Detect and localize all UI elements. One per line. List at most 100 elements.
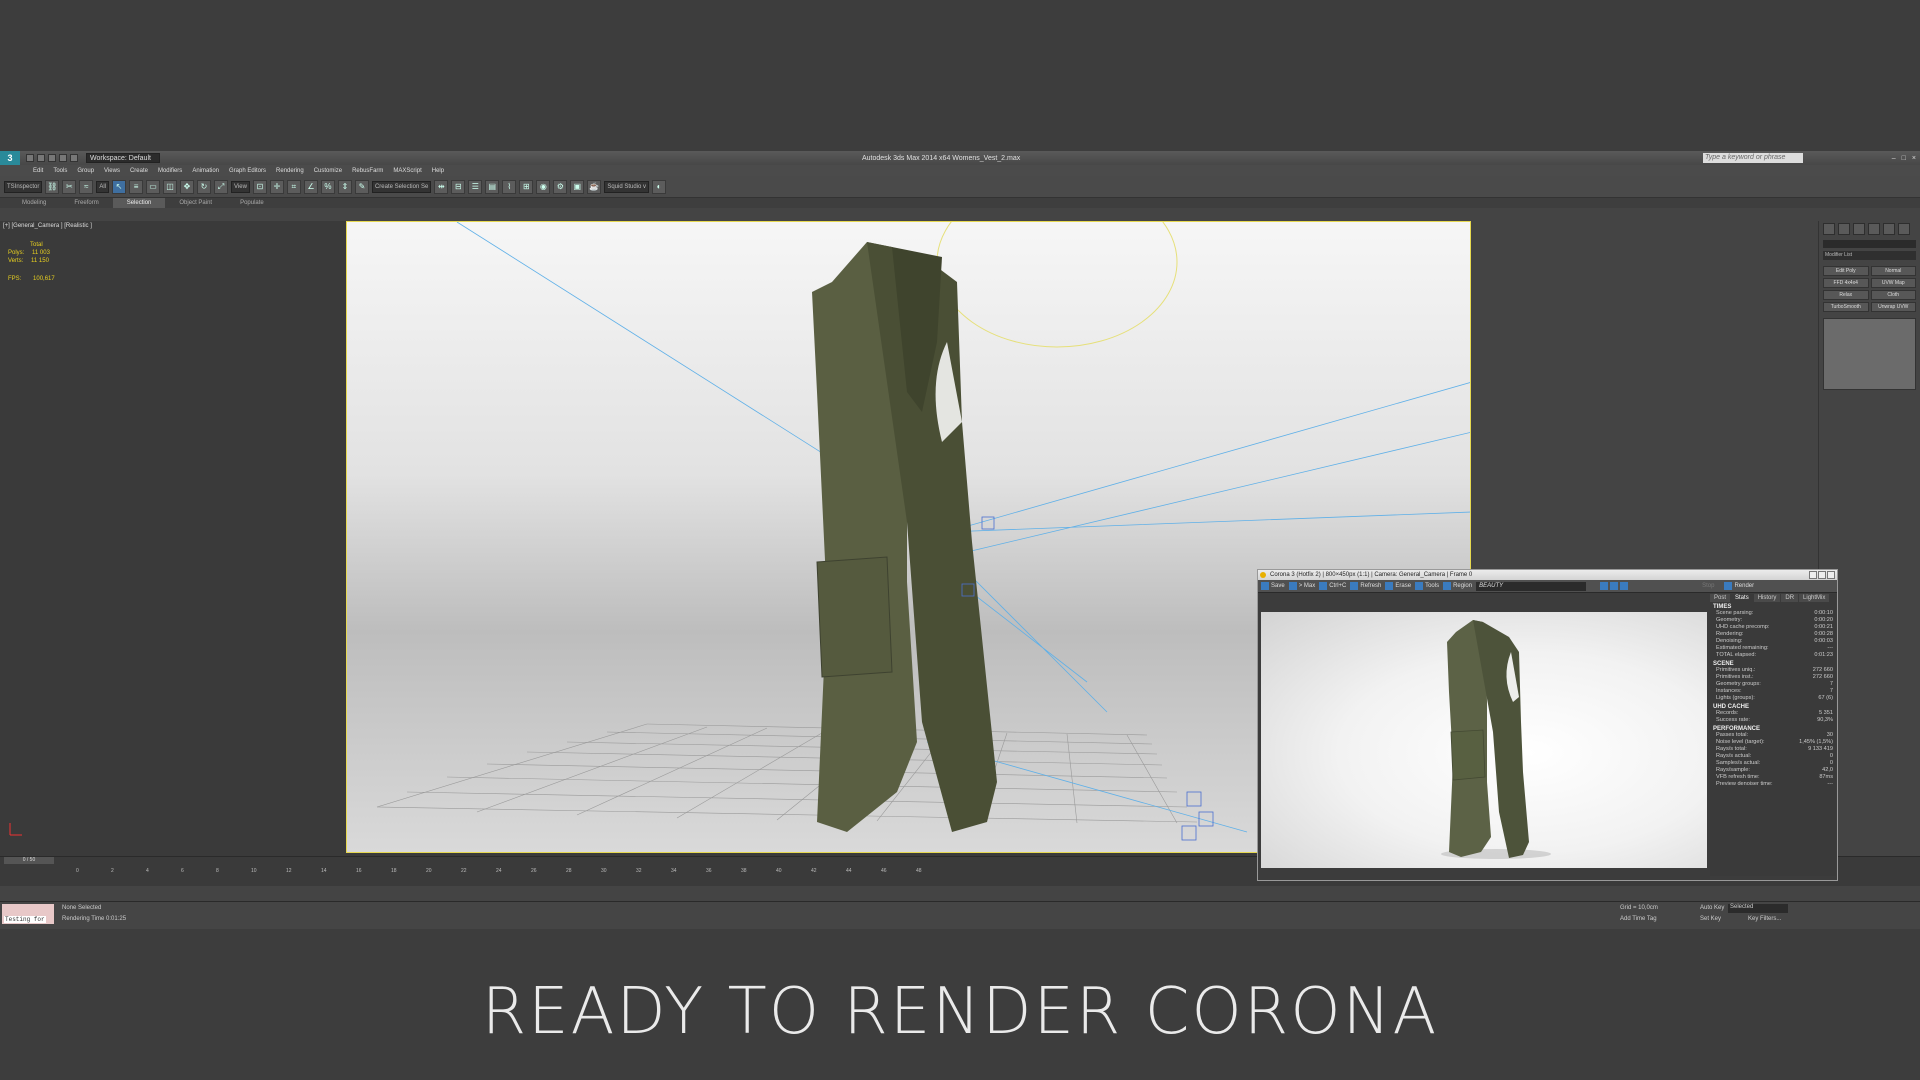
reference-coord-dropdown[interactable]: View	[231, 180, 250, 193]
named-selection-dropdown[interactable]: Create Selection Se	[371, 180, 432, 193]
link-icon[interactable]: ⛓	[45, 179, 60, 194]
modifier-stack[interactable]	[1823, 318, 1916, 390]
rendered-image[interactable]	[1261, 612, 1707, 868]
mirror-icon[interactable]: ⇹	[434, 179, 449, 194]
squid-studio-dropdown[interactable]: Squid Studio v	[604, 180, 650, 193]
tab-freeform[interactable]: Freeform	[60, 198, 112, 208]
snap-icon[interactable]: ⌗	[286, 179, 301, 194]
to-max-button[interactable]: > Max	[1288, 582, 1315, 590]
curve-editor-icon[interactable]: ⌇	[502, 179, 517, 194]
refresh-button[interactable]: Refresh	[1350, 582, 1381, 590]
modifier-button[interactable]: Unwrap UVW	[1870, 302, 1916, 312]
add-time-tag[interactable]: Add Time Tag	[1620, 916, 1657, 922]
tab-history[interactable]: History	[1753, 594, 1781, 602]
menu-customize[interactable]: Customize	[309, 168, 347, 174]
hierarchy-tab-icon[interactable]	[1853, 223, 1865, 235]
selection-filter-dropdown[interactable]: All	[96, 180, 110, 193]
rendered-frame-icon[interactable]: ▣	[570, 179, 585, 194]
window-crossing-icon[interactable]: ◫	[163, 179, 178, 194]
modifier-button[interactable]: Cloth	[1870, 290, 1916, 300]
tab-selection[interactable]: Selection	[112, 198, 166, 208]
region-button[interactable]: Region	[1443, 582, 1472, 590]
save-button[interactable]: Save	[1261, 582, 1285, 590]
app-logo-icon[interactable]: 3	[0, 151, 20, 165]
render-element-dropdown[interactable]: BEAUTY	[1476, 581, 1587, 591]
modifier-button[interactable]: FFD 4x4x4	[1823, 278, 1869, 288]
undo-icon[interactable]	[59, 154, 67, 162]
scale-icon[interactable]: ⤢	[214, 179, 229, 194]
tab-stats[interactable]: Stats	[1731, 594, 1753, 602]
modifier-button[interactable]: Relax	[1823, 290, 1869, 300]
manipulate-icon[interactable]: ✛	[269, 179, 284, 194]
key-filters-button[interactable]: Key Filters...	[1748, 916, 1781, 922]
tab-populate[interactable]: Populate	[226, 198, 278, 208]
display-tab-icon[interactable]	[1883, 223, 1895, 235]
schematic-icon[interactable]: ⊞	[519, 179, 534, 194]
menu-rendering[interactable]: Rendering	[271, 168, 309, 174]
menu-rebusfarm[interactable]: RebusFarm	[347, 168, 388, 174]
render-teapot-icon[interactable]: ◐	[652, 179, 667, 194]
menu-maxscript[interactable]: MAXScript	[388, 168, 426, 174]
graphite-icon[interactable]: ▤	[485, 179, 500, 194]
maxscript-listener[interactable]: Testing for	[2, 904, 54, 924]
rotate-icon[interactable]: ↻	[197, 179, 212, 194]
pivot-icon[interactable]: ⊡	[252, 179, 267, 194]
angle-snap-icon[interactable]: ∠	[303, 179, 318, 194]
close-icon[interactable]	[1827, 571, 1835, 579]
unlink-icon[interactable]: ✂	[62, 179, 77, 194]
menu-modifiers[interactable]: Modifiers	[153, 168, 187, 174]
menu-create[interactable]: Create	[125, 168, 153, 174]
object-name-field[interactable]	[1823, 240, 1916, 248]
rect-selection-icon[interactable]: ▭	[146, 179, 161, 194]
menu-views[interactable]: Views	[99, 168, 125, 174]
key-mode-dropdown[interactable]: Selected	[1728, 904, 1788, 913]
select-object-icon[interactable]: ↖	[112, 179, 127, 194]
save-icon[interactable]	[48, 154, 56, 162]
menu-tools[interactable]: Tools	[48, 168, 72, 174]
modifier-list-dropdown[interactable]: Modifier List	[1823, 251, 1916, 260]
stop-button[interactable]: Stop	[1702, 583, 1714, 589]
move-icon[interactable]: ✥	[180, 179, 195, 194]
spinner-snap-icon[interactable]: ⇕	[337, 179, 352, 194]
edit-named-selection-icon[interactable]: ✎	[354, 179, 369, 194]
modifier-button[interactable]: TurboSmooth	[1823, 302, 1869, 312]
maximize-icon[interactable]	[1818, 571, 1826, 579]
render-setup-icon[interactable]: ⚙	[553, 179, 568, 194]
bind-icon[interactable]: ≈	[79, 179, 94, 194]
utilities-tab-icon[interactable]	[1898, 223, 1910, 235]
tools-button[interactable]: Tools	[1415, 582, 1439, 590]
menu-group[interactable]: Group	[72, 168, 99, 174]
time-slider[interactable]: 0 / 50	[4, 857, 54, 864]
modifier-button[interactable]: UVW Map	[1870, 278, 1916, 288]
erase-button[interactable]: Erase	[1385, 582, 1411, 590]
redo-icon[interactable]	[70, 154, 78, 162]
menu-graph-editors[interactable]: Graph Editors	[224, 168, 271, 174]
zoom-buttons[interactable]	[1600, 582, 1629, 590]
viewport-label[interactable]: [+] [General_Camera ] [Realistic ]	[3, 223, 92, 229]
render-icon[interactable]: ☕	[587, 179, 602, 194]
percent-snap-icon[interactable]: %	[320, 179, 335, 194]
tsinspector-label[interactable]: TSInspector	[4, 180, 43, 193]
tab-modeling[interactable]: Modeling	[8, 198, 60, 208]
tab-dr[interactable]: DR	[1781, 594, 1799, 602]
layer-icon[interactable]: ☰	[468, 179, 483, 194]
maximize-icon[interactable]: □	[1902, 155, 1906, 162]
menu-edit[interactable]: Edit	[28, 168, 48, 174]
menu-animation[interactable]: Animation	[187, 168, 224, 174]
viewport[interactable]: [+] [General_Camera ] [Realistic ] Total…	[0, 221, 1471, 856]
modify-tab-icon[interactable]	[1838, 223, 1850, 235]
material-editor-icon[interactable]: ◉	[536, 179, 551, 194]
copy-button[interactable]: Ctrl+C	[1319, 582, 1346, 590]
minimize-icon[interactable]	[1809, 571, 1817, 579]
minimize-icon[interactable]: –	[1892, 155, 1896, 162]
motion-tab-icon[interactable]	[1868, 223, 1880, 235]
search-input[interactable]: Type a keyword or phrase	[1703, 153, 1803, 163]
open-icon[interactable]	[37, 154, 45, 162]
tab-post[interactable]: Post	[1710, 594, 1731, 602]
new-icon[interactable]	[26, 154, 34, 162]
modifier-button[interactable]: Edit Poly	[1823, 266, 1869, 276]
align-icon[interactable]: ⊟	[451, 179, 466, 194]
workspace-dropdown[interactable]: Workspace: Default	[86, 153, 160, 163]
close-icon[interactable]: ×	[1912, 155, 1916, 162]
menu-help[interactable]: Help	[427, 168, 449, 174]
